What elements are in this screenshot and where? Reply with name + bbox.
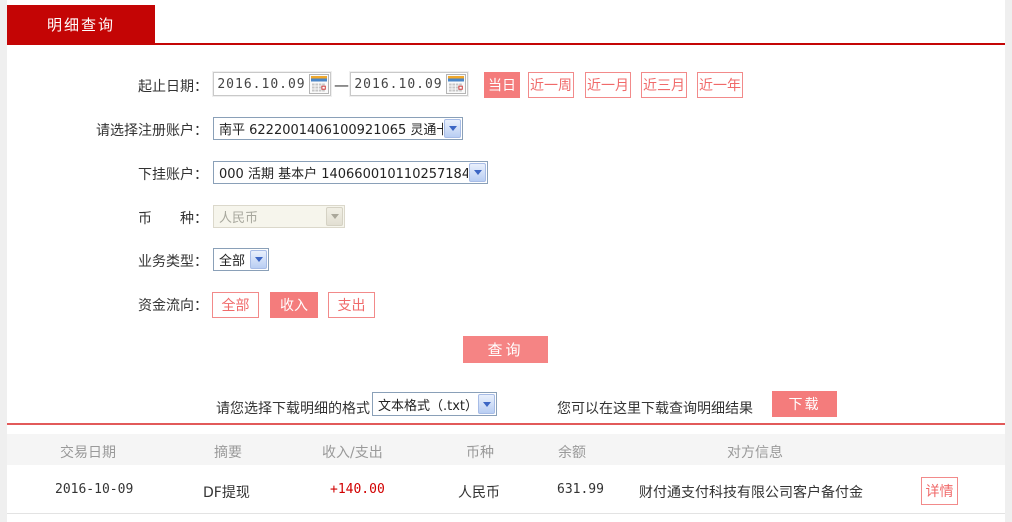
column-header-summary: 摘要	[214, 445, 242, 461]
quick-range-today-button[interactable]: 当日	[484, 72, 520, 98]
table-top-divider	[7, 423, 1005, 425]
column-header-currency: 币种	[466, 445, 494, 461]
calendar-icon[interactable]	[309, 74, 329, 94]
date-range-label: 起止日期：	[138, 79, 208, 95]
quick-range-quarter-button[interactable]: 近三月	[641, 72, 687, 98]
tab-detail-query[interactable]: 明细查询	[7, 5, 155, 43]
quick-range-month-button[interactable]: 近一月	[585, 72, 631, 98]
date-separator: —	[334, 76, 349, 94]
cell-date: 2016-10-09	[55, 482, 134, 497]
cell-amount: +140.00	[330, 482, 385, 497]
cell-balance: 631.99	[557, 482, 604, 497]
chevron-down-icon	[326, 207, 343, 226]
fund-flow-expense-button[interactable]: 支出	[328, 292, 375, 318]
business-type-select[interactable]: 全部	[213, 248, 269, 271]
cell-counterparty: 财付通支付科技有限公司客户备付金	[639, 485, 863, 501]
tab-underline	[7, 43, 1005, 45]
download-format-value: 文本格式（.txt）	[378, 398, 477, 414]
row-bottom-border	[7, 513, 1005, 514]
calendar-icon[interactable]	[446, 74, 466, 94]
query-button[interactable]: 查询	[463, 336, 548, 363]
column-header-counterparty: 对方信息	[727, 445, 783, 461]
date-to-input[interactable]: 2016.10.09	[350, 72, 468, 96]
download-format-select[interactable]: 文本格式（.txt）	[372, 392, 497, 416]
currency-label: 币 种：	[138, 211, 208, 227]
detail-button[interactable]: 详情	[921, 477, 958, 505]
business-type-value: 全部	[219, 254, 246, 269]
cell-currency: 人民币	[458, 485, 500, 501]
fund-flow-income-button[interactable]: 收入	[270, 292, 318, 318]
business-type-label: 业务类型：	[138, 254, 208, 270]
sub-account-label: 下挂账户：	[138, 167, 208, 183]
chevron-down-icon	[478, 394, 495, 414]
register-account-select[interactable]: 南平 6222001406100921065 灵通卡	[213, 117, 463, 140]
detail-query-page: 明细查询 起止日期： 2016.10.09 — 2016.10.09 当日 近一…	[0, 0, 1012, 522]
date-from-input[interactable]: 2016.10.09	[213, 72, 331, 96]
download-hint: 您可以在这里下载查询明细结果	[557, 401, 753, 417]
quick-range-year-button[interactable]: 近一年	[697, 72, 743, 98]
table-header-row	[7, 434, 1005, 465]
currency-value: 人民币	[219, 211, 259, 226]
column-header-amount: 收入/支出	[322, 445, 383, 461]
fund-flow-label: 资金流向：	[138, 298, 208, 314]
column-header-balance: 余额	[558, 445, 586, 461]
cell-summary: DF提现	[203, 485, 250, 501]
sub-account-value: 000 活期 基本户 1406600101102571848	[219, 167, 468, 182]
fund-flow-all-button[interactable]: 全部	[212, 292, 259, 318]
chevron-down-icon	[469, 163, 486, 182]
date-to-value: 2016.10.09	[354, 76, 443, 92]
chevron-down-icon	[250, 250, 267, 269]
register-account-label: 请选择注册账户：	[96, 123, 208, 139]
currency-select: 人民币	[213, 205, 345, 228]
download-format-label: 请您选择下载明细的格式	[216, 401, 370, 417]
chevron-down-icon	[444, 119, 461, 138]
download-button[interactable]: 下载	[772, 391, 837, 417]
register-account-value: 南平 6222001406100921065 灵通卡	[219, 123, 443, 138]
date-from-value: 2016.10.09	[217, 76, 306, 92]
sub-account-select[interactable]: 000 活期 基本户 1406600101102571848	[213, 161, 488, 184]
column-header-date: 交易日期	[60, 445, 116, 461]
quick-range-week-button[interactable]: 近一周	[528, 72, 574, 98]
tab-label: 明细查询	[46, 15, 115, 34]
